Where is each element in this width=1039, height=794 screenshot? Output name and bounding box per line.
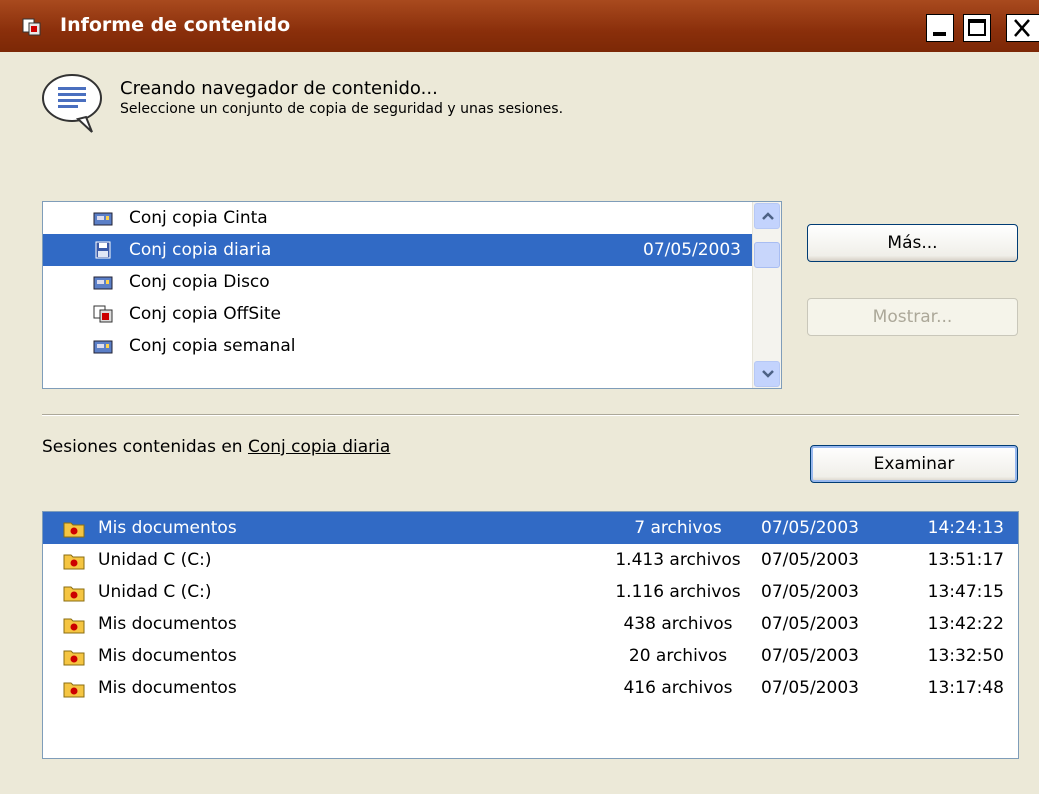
backup-set-item[interactable]: Conj copia semanal — [43, 330, 753, 362]
chevron-down-icon — [762, 370, 774, 378]
tape-drive-icon — [93, 276, 113, 290]
folder-icon — [63, 554, 85, 570]
minimize-icon — [933, 32, 946, 36]
sessions-label-prefix: Sesiones contenidas en — [42, 437, 243, 457]
backup-set-label: Conj copia Cinta — [129, 208, 268, 228]
header-title: Creando navegador de contenido... — [120, 78, 438, 99]
session-files: 416 archivos — [623, 678, 733, 698]
sessions-label: Sesiones contenidas en Conj copia diaria — [42, 437, 390, 457]
backup-set-item[interactable]: Conj copia Cinta — [43, 202, 753, 234]
session-date: 07/05/2003 — [761, 550, 859, 570]
folder-icon — [63, 522, 85, 538]
session-row[interactable]: Mis documentos 438 archivos 07/05/2003 1… — [43, 608, 1018, 640]
scroll-up-button[interactable] — [754, 203, 780, 229]
folder-icon — [63, 650, 85, 666]
title-bar[interactable]: Informe de contenido — [0, 0, 1039, 52]
show-button[interactable]: Mostrar... — [807, 298, 1018, 336]
session-date: 07/05/2003 — [761, 518, 859, 538]
content-report-icon — [22, 18, 41, 36]
folder-icon — [63, 586, 85, 602]
maximize-icon — [968, 19, 986, 36]
chevron-up-icon — [762, 212, 774, 220]
backup-set-list[interactable]: Conj copia Cinta Conj copia diaria 07/05… — [42, 201, 782, 389]
session-files: 7 archivos — [634, 518, 722, 538]
backup-set-label: Conj copia semanal — [129, 336, 296, 356]
session-row[interactable]: Unidad C (C:) 1.413 archivos 07/05/2003 … — [43, 544, 1018, 576]
session-name: Mis documentos — [98, 678, 237, 698]
session-name: Mis documentos — [98, 614, 237, 634]
close-icon — [1014, 19, 1030, 37]
folder-icon — [63, 682, 85, 698]
session-date: 07/05/2003 — [761, 646, 859, 666]
backup-set-item[interactable]: Conj copia OffSite — [43, 298, 753, 330]
session-files: 438 archivos — [623, 614, 733, 634]
session-time: 14:24:13 — [927, 518, 1004, 538]
header-subtitle: Seleccione un conjunto de copia de segur… — [120, 101, 564, 117]
tape-drive-icon — [93, 212, 113, 226]
maximize-button[interactable] — [963, 14, 991, 42]
backup-set-label: Conj copia diaria — [129, 240, 272, 260]
backup-set-label: Conj copia Disco — [129, 272, 270, 292]
session-date: 07/05/2003 — [761, 582, 859, 602]
explore-button[interactable]: Examinar — [810, 445, 1018, 483]
session-name: Mis documentos — [98, 518, 237, 538]
more-button[interactable]: Más... — [807, 224, 1018, 262]
session-time: 13:47:15 — [927, 582, 1004, 602]
backup-set-item[interactable]: Conj copia Disco — [43, 266, 753, 298]
session-date: 07/05/2003 — [761, 614, 859, 634]
session-files: 1.116 archivos — [615, 582, 741, 602]
session-row[interactable]: Mis documentos 7 archivos 07/05/2003 14:… — [43, 512, 1018, 544]
session-name: Unidad C (C:) — [98, 582, 212, 602]
session-name: Mis documentos — [98, 646, 237, 666]
session-files: 1.413 archivos — [615, 550, 741, 570]
folder-icon — [63, 618, 85, 634]
scroll-thumb[interactable] — [754, 242, 780, 268]
offsite-icon — [93, 305, 113, 323]
session-row[interactable]: Unidad C (C:) 1.116 archivos 07/05/2003 … — [43, 576, 1018, 608]
backup-set-label: Conj copia OffSite — [129, 304, 281, 324]
session-time: 13:17:48 — [927, 678, 1004, 698]
session-list[interactable]: Mis documentos 7 archivos 07/05/2003 14:… — [42, 511, 1019, 759]
section-divider — [42, 414, 1019, 416]
floppy-disk-icon — [95, 241, 111, 259]
session-time: 13:42:22 — [927, 614, 1004, 634]
backup-set-item[interactable]: Conj copia diaria 07/05/2003 — [43, 234, 753, 266]
session-name: Unidad C (C:) — [98, 550, 212, 570]
session-files: 20 archivos — [628, 646, 728, 666]
window-title: Informe de contenido — [60, 14, 291, 36]
close-button[interactable] — [1006, 14, 1039, 42]
session-time: 13:51:17 — [927, 550, 1004, 570]
scroll-down-button[interactable] — [754, 361, 780, 387]
session-time: 13:32:50 — [927, 646, 1004, 666]
session-row[interactable]: Mis documentos 416 archivos 07/05/2003 1… — [43, 672, 1018, 704]
backup-set-scrollbar[interactable] — [752, 202, 781, 388]
speech-bubble-icon — [42, 74, 102, 133]
minimize-button[interactable] — [926, 14, 954, 42]
backup-set-date: 07/05/2003 — [643, 240, 741, 260]
session-date: 07/05/2003 — [761, 678, 859, 698]
tape-drive-icon — [93, 340, 113, 354]
sessions-label-set: Conj copia diaria — [247, 437, 391, 457]
session-row[interactable]: Mis documentos 20 archivos 07/05/2003 13… — [43, 640, 1018, 672]
